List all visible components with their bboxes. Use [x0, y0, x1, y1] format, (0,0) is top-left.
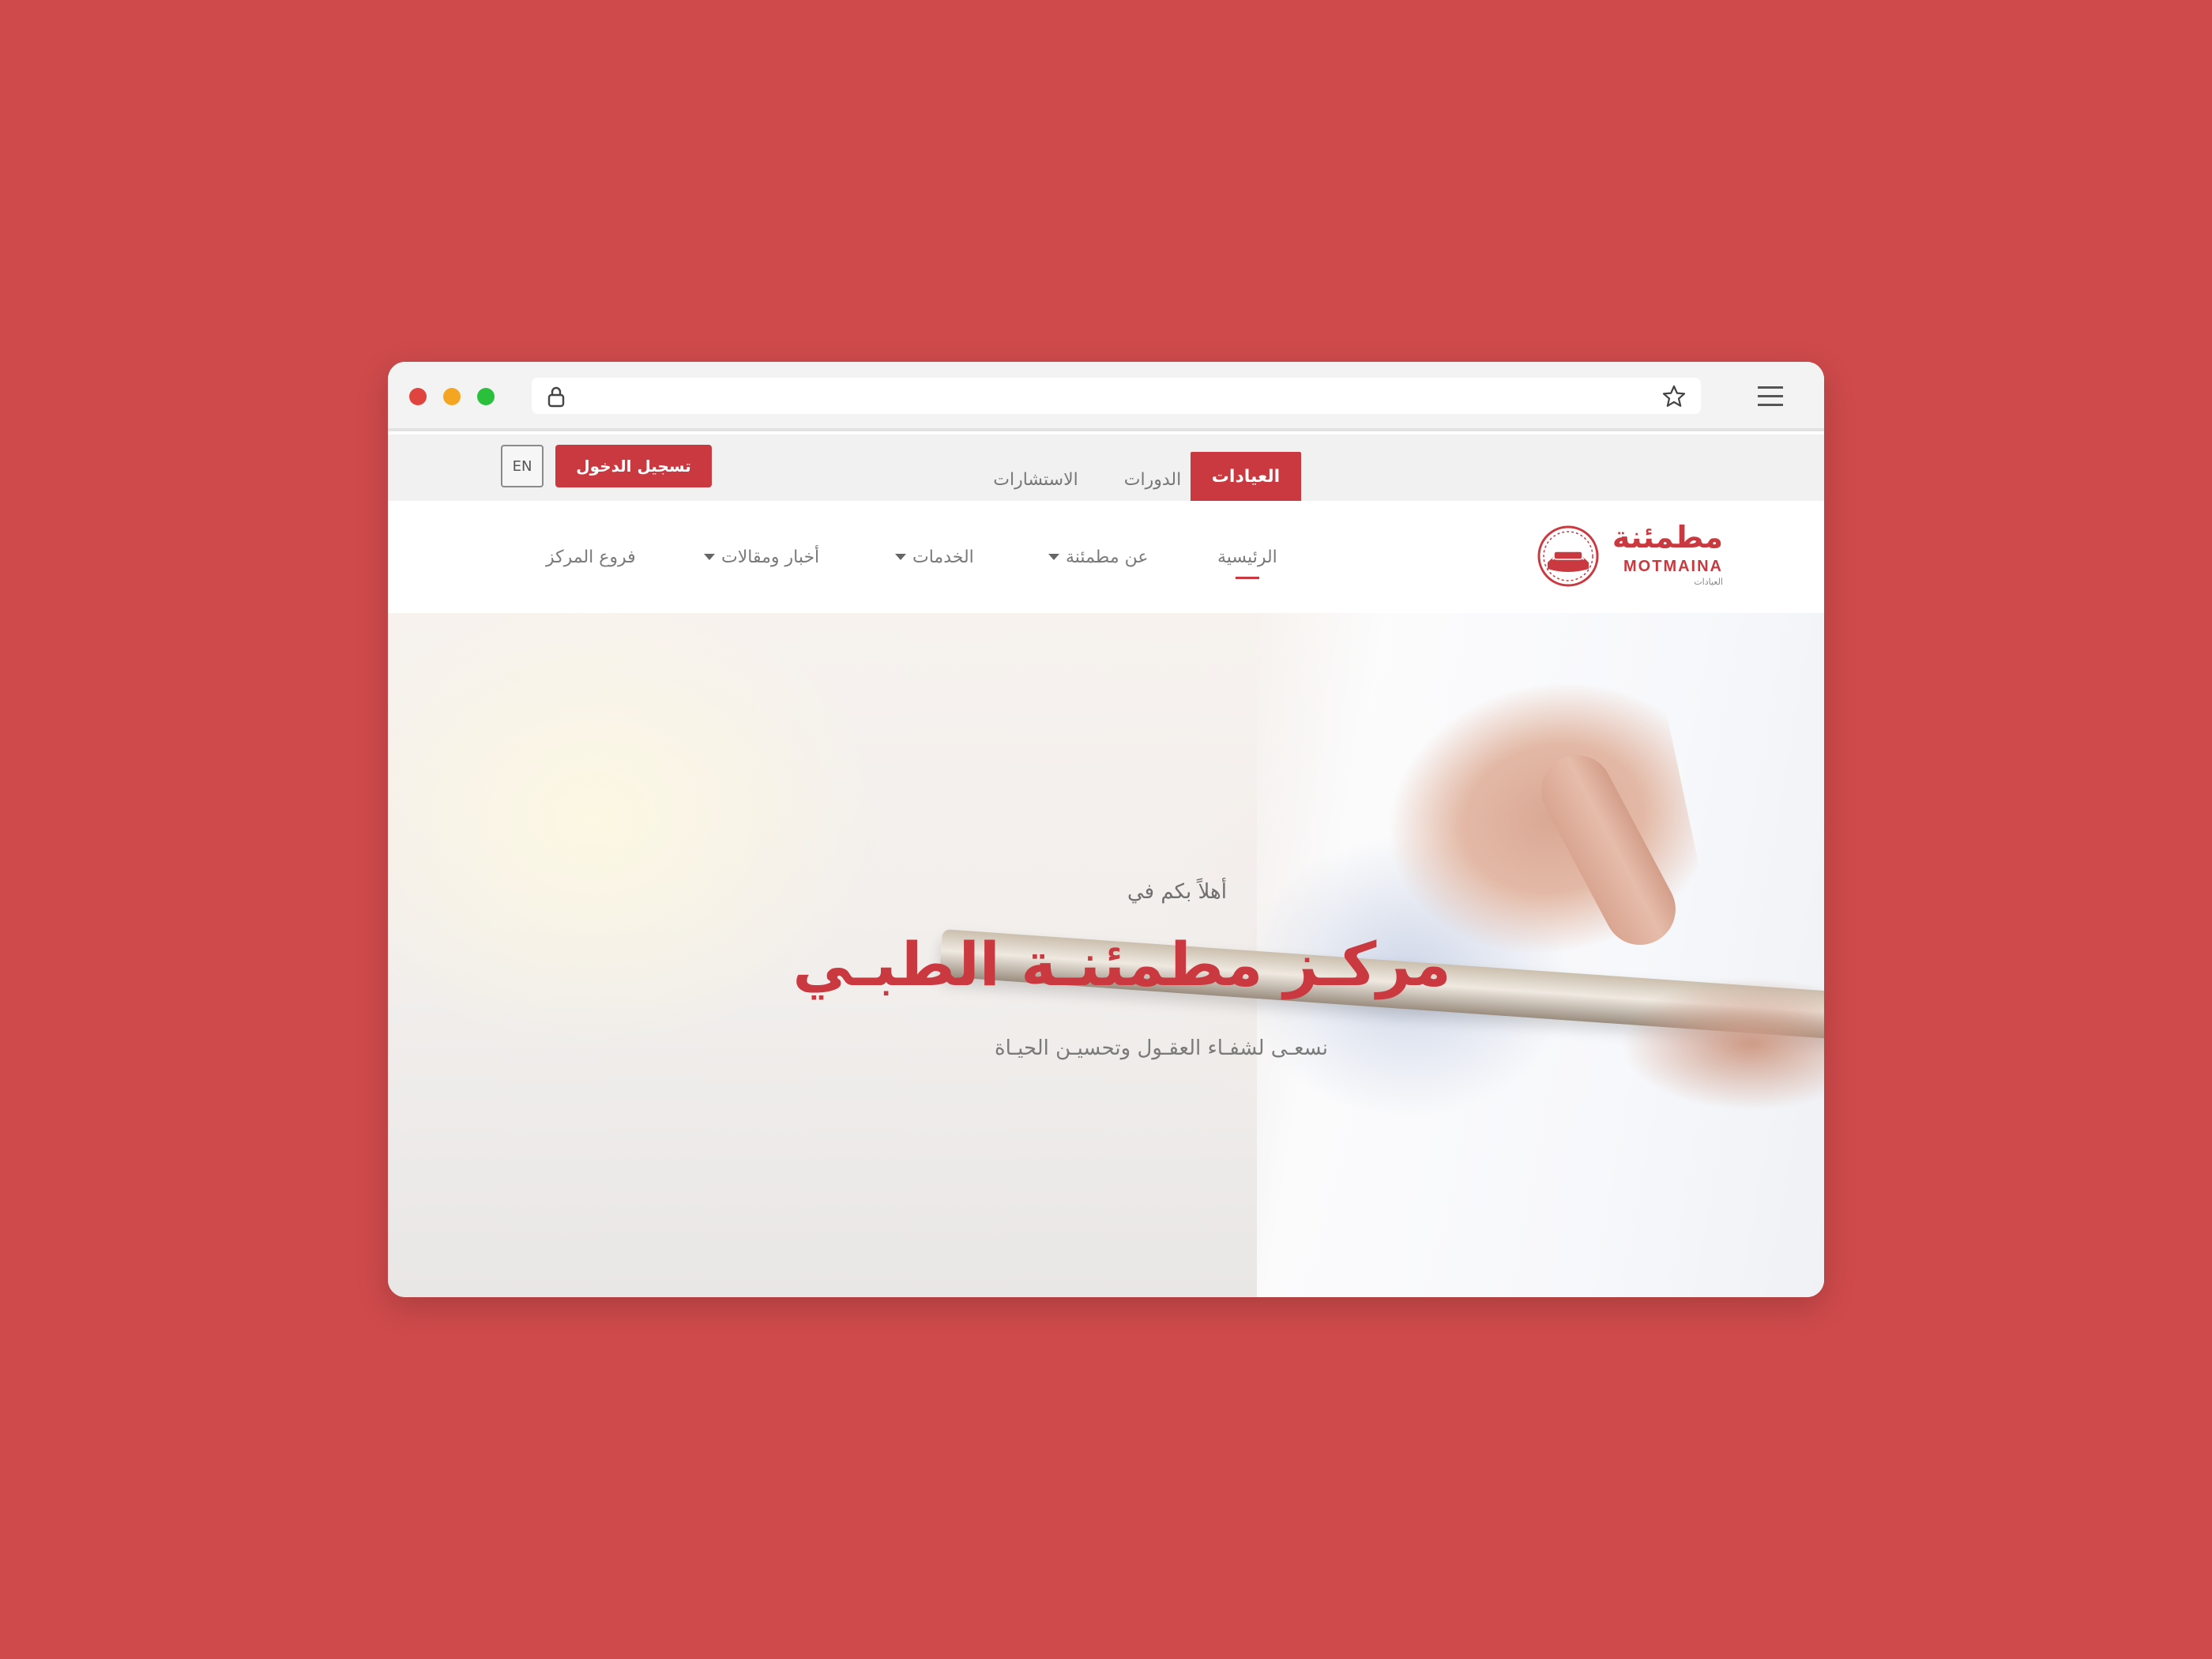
lock-icon [546, 386, 566, 408]
chevron-down-icon [895, 554, 906, 560]
nav-item-label: عن مطمئنة [1066, 547, 1149, 567]
bookmark-star-icon[interactable] [1661, 384, 1687, 409]
tab-clinics[interactable]: العيادات [1191, 452, 1301, 501]
hero-welcome-text: أهلاً بكم في [1127, 880, 1227, 904]
hero-tagline: نسعـى لشفـاء العقـول وتحسيـن الحيـاة [994, 1036, 1329, 1060]
maximize-window-button[interactable] [477, 388, 495, 405]
minimize-window-button[interactable] [443, 388, 461, 405]
nav-item-about[interactable]: عن مطمئنة [1048, 501, 1149, 613]
hero-title: مركـز مطمئنـة الطبـي [792, 929, 1451, 999]
main-navigation: فروع المركز أخبار ومقالات الخدمات عن مطم… [388, 501, 1824, 613]
nav-item-home[interactable]: الرئيسية [1217, 501, 1277, 613]
language-toggle-button[interactable]: EN [501, 445, 544, 487]
address-bar[interactable] [532, 378, 1701, 414]
logo-emblem-icon [1537, 525, 1600, 588]
nav-item-label: أخبار ومقالات [721, 547, 820, 567]
close-window-button[interactable] [409, 388, 427, 405]
nav-item-news-articles[interactable]: أخبار ومقالات [704, 501, 819, 613]
logo-english-text: MOTMAINA [1623, 558, 1723, 575]
nav-item-branches[interactable]: فروع المركز [546, 501, 636, 613]
logo-subtitle: العيادات [1694, 577, 1723, 587]
browser-title-bar [388, 362, 1824, 431]
nav-item-label: الرئيسية [1217, 547, 1277, 567]
site-logo[interactable]: مطمئنة MOTMAINA العيادات [1537, 520, 1723, 589]
tab-courses[interactable]: الدورات [1101, 434, 1204, 501]
hamburger-menu-icon[interactable] [1756, 384, 1785, 409]
browser-window: EN تسجيل الدخول الاستشارات الدورات العيا… [388, 362, 1824, 1297]
chevron-down-icon [704, 554, 715, 560]
login-button[interactable]: تسجيل الدخول [555, 445, 712, 487]
tab-consultations[interactable]: الاستشارات [972, 434, 1099, 501]
nav-item-label: الخدمات [912, 547, 974, 567]
nav-item-label: فروع المركز [546, 547, 636, 567]
nav-item-services[interactable]: الخدمات [895, 501, 974, 613]
logo-arabic-text: مطمئنة [1612, 520, 1723, 555]
hero-banner: أهلاً بكم في مركـز مطمئنـة الطبـي نسعـى … [388, 613, 1824, 1297]
chevron-down-icon [1048, 554, 1059, 560]
utility-bar: EN تسجيل الدخول الاستشارات الدورات العيا… [388, 434, 1824, 501]
